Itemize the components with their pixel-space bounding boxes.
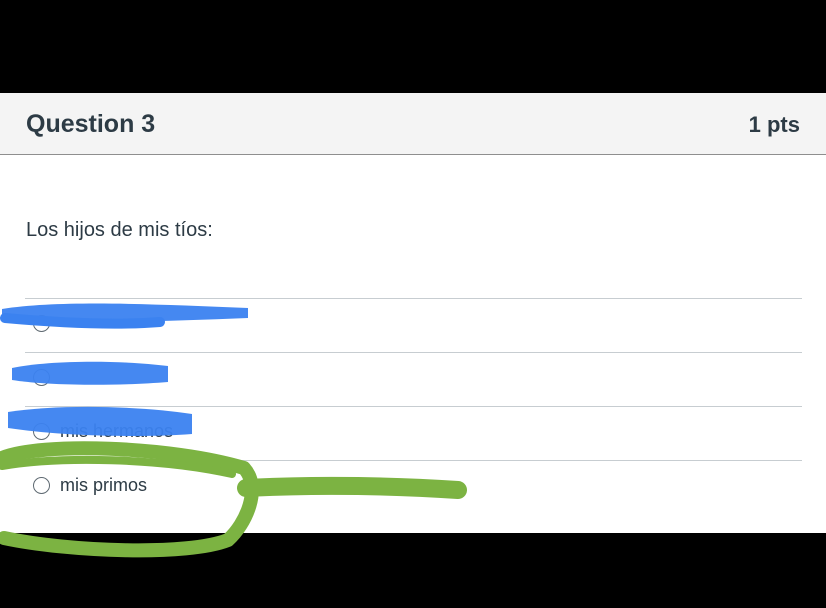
screenshot-stage: Question 3 1 pts Los hijos de mis tíos: … (0, 0, 826, 608)
answer-label: mis primos (60, 475, 148, 495)
question-points: 1 pts (748, 112, 800, 137)
answer-list: mis hermanos mis primos (25, 298, 802, 514)
answer-option-3[interactable]: mis hermanos (25, 406, 802, 460)
answer-option-1[interactable] (25, 298, 802, 352)
answer-option-4[interactable]: mis primos (25, 460, 802, 514)
answer-label: mis hermanos (60, 421, 174, 441)
radio-button[interactable] (33, 423, 50, 440)
radio-button[interactable] (33, 369, 50, 386)
question-title: Question 3 (26, 110, 156, 138)
question-prompt: Los hijos de mis tíos: (26, 219, 213, 241)
radio-button[interactable] (33, 477, 50, 494)
answer-option-2[interactable] (25, 352, 802, 406)
radio-button[interactable] (33, 315, 50, 332)
question-card: Question 3 1 pts Los hijos de mis tíos: … (0, 93, 826, 533)
question-header: Question 3 1 pts (0, 93, 826, 155)
